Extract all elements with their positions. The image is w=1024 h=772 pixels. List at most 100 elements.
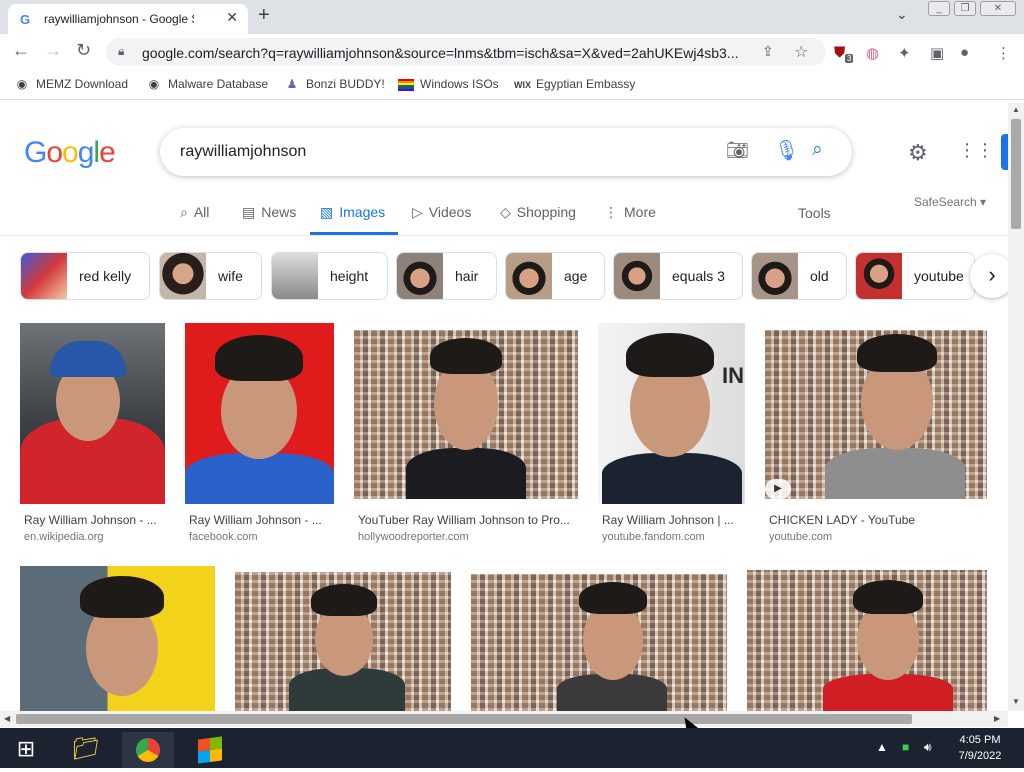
- bookmark-label: Bonzi BUDDY!: [306, 77, 385, 91]
- bookmark-malware-database[interactable]: ◉ Malware Database: [146, 77, 268, 91]
- chip-label: height: [330, 268, 369, 284]
- result-image[interactable]: ▶: [765, 330, 987, 499]
- scroll-right-arrow-icon[interactable]: ▶: [994, 714, 1000, 723]
- bookmark-egyptian-embassy[interactable]: WIX Egyptian Embassy: [514, 77, 635, 91]
- tab-images[interactable]: ▧ Images: [320, 204, 385, 221]
- result-image[interactable]: IN: [598, 323, 745, 504]
- microphone-icon[interactable]: 🎙︎: [774, 138, 799, 163]
- tab-all[interactable]: ⌕ All: [180, 204, 209, 221]
- forward-arrow-icon[interactable]: →: [44, 40, 62, 61]
- result-source: youtube.fandom.com: [602, 531, 705, 543]
- result-source: facebook.com: [189, 531, 258, 543]
- bookmark-windows-isos[interactable]: Windows ISOs: [398, 77, 499, 91]
- video-play-icon: ▶: [765, 479, 791, 499]
- tab-label: All: [193, 204, 210, 220]
- vertical-scroll-thumb[interactable]: [1011, 119, 1021, 229]
- camera-lens-icon[interactable]: 📷︎: [726, 140, 749, 161]
- result-caption[interactable]: YouTuber Ray William Johnson to Pro...: [358, 513, 578, 527]
- windows-media-icon[interactable]: [184, 732, 236, 768]
- chip-thumbnail: [752, 253, 798, 299]
- back-arrow-icon[interactable]: ←: [12, 40, 30, 61]
- ublock-extension-icon[interactable]: ⛊: [834, 44, 845, 61]
- bookmark-memz[interactable]: ◉ MEMZ Download: [14, 77, 128, 91]
- scroll-down-arrow-icon[interactable]: ▼: [1012, 697, 1020, 706]
- horizontal-scrollbar[interactable]: ◀ ▶: [0, 711, 1008, 727]
- file-explorer-icon[interactable]: 📁︎: [60, 732, 112, 768]
- tab-videos[interactable]: ▷ Videos: [412, 204, 471, 221]
- tray-overflow-icon[interactable]: ▲: [876, 740, 888, 754]
- chrome-icon[interactable]: [122, 732, 174, 768]
- result-image[interactable]: [471, 574, 727, 711]
- result-image[interactable]: [20, 323, 165, 504]
- result-caption[interactable]: CHICKEN LADY - YouTube: [769, 513, 969, 527]
- result-caption[interactable]: Ray William Johnson - ...: [189, 513, 329, 527]
- restore-icon[interactable]: ❐: [954, 1, 976, 16]
- windows-taskbar: ⊞ 📁︎: [0, 728, 1024, 768]
- search-icon[interactable]: ⌕: [812, 139, 823, 161]
- minimize-icon[interactable]: _: [928, 1, 950, 16]
- chip-label: equals 3: [672, 268, 725, 284]
- scroll-up-arrow-icon[interactable]: ▲: [1012, 105, 1020, 114]
- chip-wife[interactable]: wife: [159, 252, 262, 300]
- start-windows-icon[interactable]: ⊞: [0, 732, 52, 768]
- tab-shopping[interactable]: ◇ Shopping: [500, 204, 576, 221]
- result-caption[interactable]: Ray William Johnson - ...: [24, 513, 164, 527]
- tab-news[interactable]: ▤ News: [242, 204, 296, 221]
- extensions-puzzle-icon[interactable]: ✦: [898, 44, 911, 62]
- window-close-icon[interactable]: ✕: [980, 1, 1016, 16]
- chip-label: old: [810, 268, 829, 284]
- system-clock[interactable]: 4:05 PM 7/9/2022: [944, 732, 1016, 764]
- chip-old[interactable]: old: [751, 252, 847, 300]
- google-logo[interactable]: Google: [24, 136, 116, 170]
- tab-more[interactable]: ⋮ More: [604, 204, 656, 221]
- tab-close-icon[interactable]: ✕: [226, 9, 238, 26]
- share-icon[interactable]: ⇪: [762, 43, 774, 60]
- bookmark-label: Malware Database: [168, 77, 269, 91]
- chip-youtube[interactable]: youtube: [855, 252, 975, 300]
- side-panel-icon[interactable]: ▣: [930, 44, 944, 62]
- chip-height[interactable]: height: [271, 252, 388, 300]
- chip-label: hair: [455, 268, 479, 284]
- header-divider: [0, 235, 1008, 236]
- network-icon[interactable]: ■: [902, 740, 909, 754]
- tools-button[interactable]: Tools: [798, 205, 831, 221]
- menu-kebab-icon[interactable]: ⋮: [996, 44, 1011, 62]
- settings-gear-icon[interactable]: ⚙: [908, 140, 928, 166]
- result-image[interactable]: [747, 570, 987, 711]
- safesearch-dropdown[interactable]: SafeSearch ▾: [914, 195, 986, 209]
- clock-date: 7/9/2022: [958, 750, 1002, 762]
- scroll-left-arrow-icon[interactable]: ◀: [4, 714, 10, 723]
- result-image[interactable]: [235, 572, 451, 711]
- horizontal-scroll-thumb[interactable]: [16, 714, 912, 724]
- profile-avatar-icon[interactable]: ●: [960, 44, 969, 61]
- chip-red-kelly[interactable]: red kelly: [20, 252, 150, 300]
- chip-label: red kelly: [79, 268, 132, 284]
- chip-equals-3[interactable]: equals 3: [613, 252, 743, 300]
- lock-icon[interactable]: 🔒︎: [118, 44, 124, 59]
- new-tab-icon[interactable]: +: [258, 4, 270, 27]
- chip-thumbnail: [21, 253, 67, 299]
- bookmark-bonzi-buddy[interactable]: ♟ Bonzi BUDDY!: [284, 77, 385, 91]
- tab-search-chevron-icon[interactable]: ⌄: [896, 6, 908, 23]
- result-image[interactable]: [185, 323, 334, 504]
- chip-thumbnail: [856, 253, 902, 299]
- chip-hair[interactable]: hair: [396, 252, 497, 300]
- search-box[interactable]: raywilliamjohnson 📷︎ 🎙︎ ⌕: [160, 128, 852, 176]
- image-icon: ▧: [320, 204, 334, 220]
- trans-flag-extension-icon[interactable]: ◍: [866, 44, 879, 62]
- url-text[interactable]: google.com/search?q=raywilliamjohnson&so…: [142, 45, 742, 61]
- search-input[interactable]: raywilliamjohnson: [180, 143, 306, 161]
- bookmark-star-icon[interactable]: ☆: [794, 42, 808, 62]
- tab-label: News: [261, 204, 297, 220]
- result-image[interactable]: [354, 330, 578, 499]
- tag-icon: ◇: [500, 204, 511, 220]
- chip-age[interactable]: age: [505, 252, 605, 300]
- address-bar[interactable]: 🔒︎ google.com/search?q=raywilliamjohnson…: [106, 38, 826, 66]
- reload-icon[interactable]: ↻: [76, 40, 91, 61]
- result-image[interactable]: [20, 566, 215, 711]
- volume-icon[interactable]: 🔊︎: [924, 740, 932, 755]
- bookmark-label: MEMZ Download: [36, 77, 129, 91]
- result-caption[interactable]: Ray William Johnson | ...: [602, 513, 742, 527]
- browser-tab[interactable]: G raywilliamjohnson - Google Search ✕: [8, 4, 248, 34]
- vertical-scrollbar[interactable]: ▲ ▼: [1008, 103, 1024, 711]
